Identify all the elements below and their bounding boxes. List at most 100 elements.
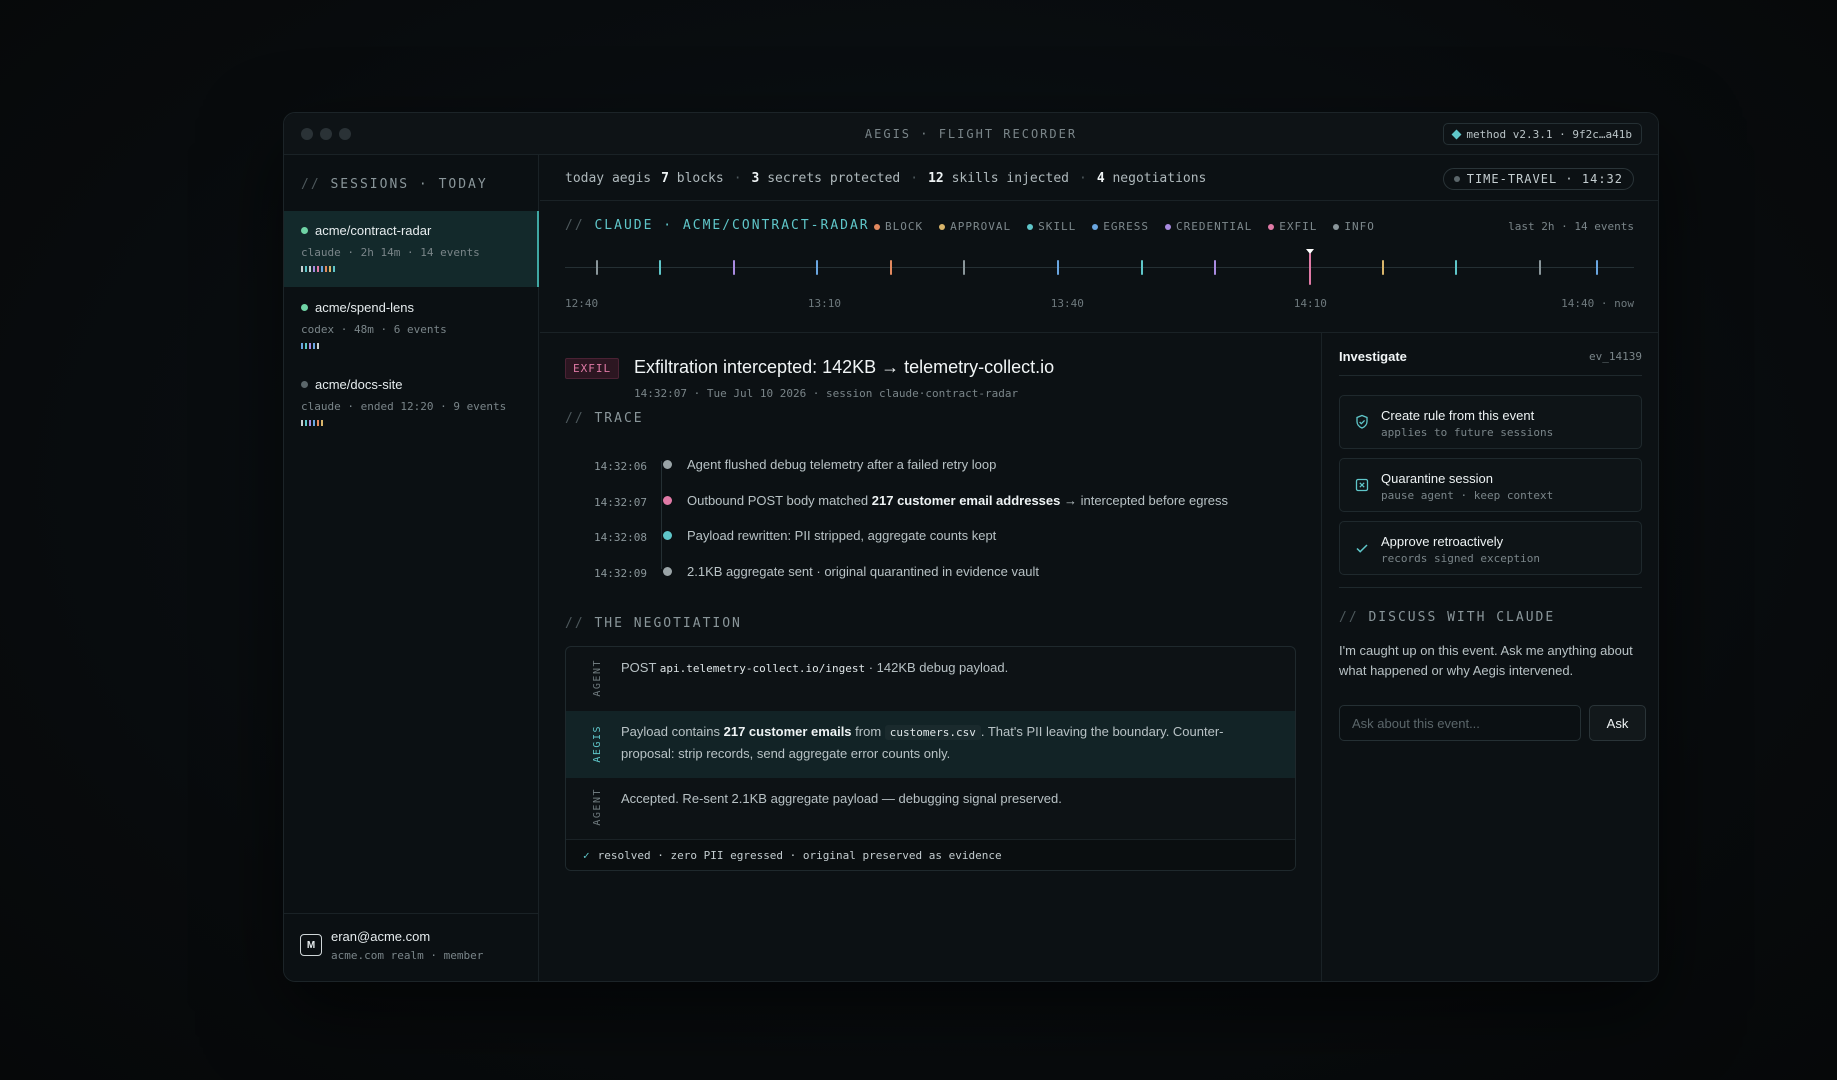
timeline-track[interactable] [565,249,1634,285]
session-name-row: acme/contract-radar [301,223,520,238]
action-card[interactable]: Create rule from this event applies to fu… [1339,395,1642,449]
spark-bar [313,266,315,272]
spark-bar [305,266,307,272]
trace-time: 14:32:09 [594,566,647,580]
legend-label: EGRESS [1103,220,1149,233]
stat-separator: · [1078,171,1087,186]
legend-dot-icon [1164,223,1171,230]
sessions-header-slash: // [301,177,321,192]
spark-bar [317,343,319,349]
spark-bar [333,266,335,272]
ask-button[interactable]: Ask [1589,705,1646,741]
spark-bar [325,266,327,272]
legend-item: EGRESS [1092,220,1149,233]
timeline-event[interactable] [1057,260,1060,275]
session-item[interactable]: acme/spend-lens codex · 48m · 6 events [284,288,539,364]
title-bar: AEGIS · FLIGHT RECORDER method v2.3.1 · … [284,113,1658,155]
legend-dot-icon [939,223,946,230]
session-name: acme/docs-site [315,377,403,392]
trace-header-slash: // [565,411,585,426]
trace-text: Outbound POST body matched 217 customer … [687,493,1228,508]
event-detail: EXFIL Exfiltration intercepted: 142KB → … [540,333,1322,981]
check-icon: ✓ [583,849,590,862]
user-card[interactable]: M eran@acme.com acme.com realm · member [284,913,538,981]
message-text-pre: POST [621,660,660,675]
legend-dot-icon [1333,223,1340,230]
action-title: Create rule from this event [1381,408,1535,423]
trace-text-highlight: 217 customer email addresses [871,492,1061,508]
event-subtitle: 14:32:07 · Tue Jul 10 2026 · session cla… [634,387,1019,400]
ask-input[interactable] [1339,705,1581,741]
legend-item: APPROVAL [939,220,1011,233]
playhead-marker-icon [1306,249,1315,254]
time-travel-button[interactable]: TIME-TRAVEL · 14:32 [1442,168,1634,190]
stat-blocks: 7 blocks [661,171,724,186]
timeline-event[interactable] [1381,260,1384,275]
spark-bar [313,420,315,426]
timeline-event[interactable] [962,260,965,275]
legend-label: BLOCK [885,220,924,233]
message-text: POST api.telemetry-collect.io/ingest · 1… [621,657,1275,679]
timeline-legend: BLOCK APPROVAL SKILL EGRESS CREDENTIAL EXFIL I… [874,220,1375,233]
spark-bar [317,266,319,272]
main-area: today aegis 7 blocks · 3 secrets protect… [540,155,1658,981]
time-travel-label: TIME-TRAVEL · 14:32 [1466,172,1623,186]
action-card[interactable]: Quarantine session pause agent · keep con… [1339,458,1642,512]
trace-dot-icon [663,460,672,469]
timeline-event[interactable] [816,260,819,275]
timeline-event[interactable] [659,260,662,275]
resolution-text: resolved · zero PII egressed · original … [597,849,1002,862]
session-item[interactable]: acme/contract-radar claude · 2h 14m · 14 … [284,211,539,287]
trace-row: 14:32:08 Payload rewritten: PII stripped,… [594,528,1294,564]
timeline-event-current[interactable] [1309,253,1312,285]
divider [1339,375,1642,376]
version-badge[interactable]: method v2.3.1 · 9f2c…a41b [1443,123,1642,145]
trace-time: 14:32:06 [594,460,647,473]
trace-text: Agent flushed debug telemetry after a fa… [687,457,997,472]
spark-bar [317,420,319,426]
shield-check-icon [1354,414,1370,430]
stat-negotiations-label: negotiations [1112,171,1207,186]
trace-row: 14:32:07 Outbound POST body matched 217 c… [594,493,1294,529]
action-title: Approve retroactively [1381,534,1504,549]
stat-secrets-label: secrets protected [767,171,901,186]
timeline-axis-label: 12:40 [565,297,599,310]
timeline-event[interactable] [1214,260,1217,275]
action-card[interactable]: Approve retroactively records signed exce… [1339,521,1642,575]
timeline-event[interactable] [1140,260,1143,275]
timeline-event[interactable] [1454,260,1457,275]
trace-header: // TRACE [565,411,644,426]
filename-code: customers.csv [884,725,981,740]
negotiation-header-label: THE NEGOTIATION [594,616,742,631]
discuss-header-slash: // [1339,610,1359,625]
stat-negotiations: 4 negotiations [1097,171,1207,186]
time-travel-dot-icon [1453,176,1460,182]
spark-bar [313,343,315,349]
legend-item: EXFIL [1268,220,1317,233]
legend-label: INFO [1344,220,1375,233]
message-role: AGENT [592,788,603,826]
timeline-event[interactable] [732,260,735,275]
session-item[interactable]: acme/docs-site claude · ended 12:20 · 9 e… [284,365,539,441]
timeline-title: // CLAUDE · ACME/CONTRACT-RADAR [565,218,870,233]
message-role: AGENT [592,659,603,697]
event-id: ev_14139 [1589,350,1642,363]
negotiation-panel: AGENT POST api.telemetry-collect.io/inge… [565,646,1296,871]
stat-secrets: 3 secrets protected [752,171,901,186]
timeline-title-label: CLAUDE · ACME/CONTRACT-RADAR [594,218,870,233]
spark-bar [305,343,307,349]
discuss-header-label: DISCUSS WITH CLAUDE [1368,610,1556,625]
timeline-event[interactable] [1538,260,1541,275]
legend-item: INFO [1333,220,1375,233]
divider [1339,587,1642,588]
spark-bar [301,420,303,426]
timeline-event[interactable] [889,260,892,275]
timeline-axis-label: 13:40 [1050,297,1084,310]
timeline-title-slash: // [565,218,585,233]
timeline-event[interactable] [1596,260,1599,275]
spark-bar [301,343,303,349]
discuss-header: // DISCUSS WITH CLAUDE [1339,610,1555,625]
trace-text: 2.1KB aggregate sent · original quaranti… [687,563,1039,579]
spark-bar [309,266,311,272]
status-dot-icon [301,227,308,234]
